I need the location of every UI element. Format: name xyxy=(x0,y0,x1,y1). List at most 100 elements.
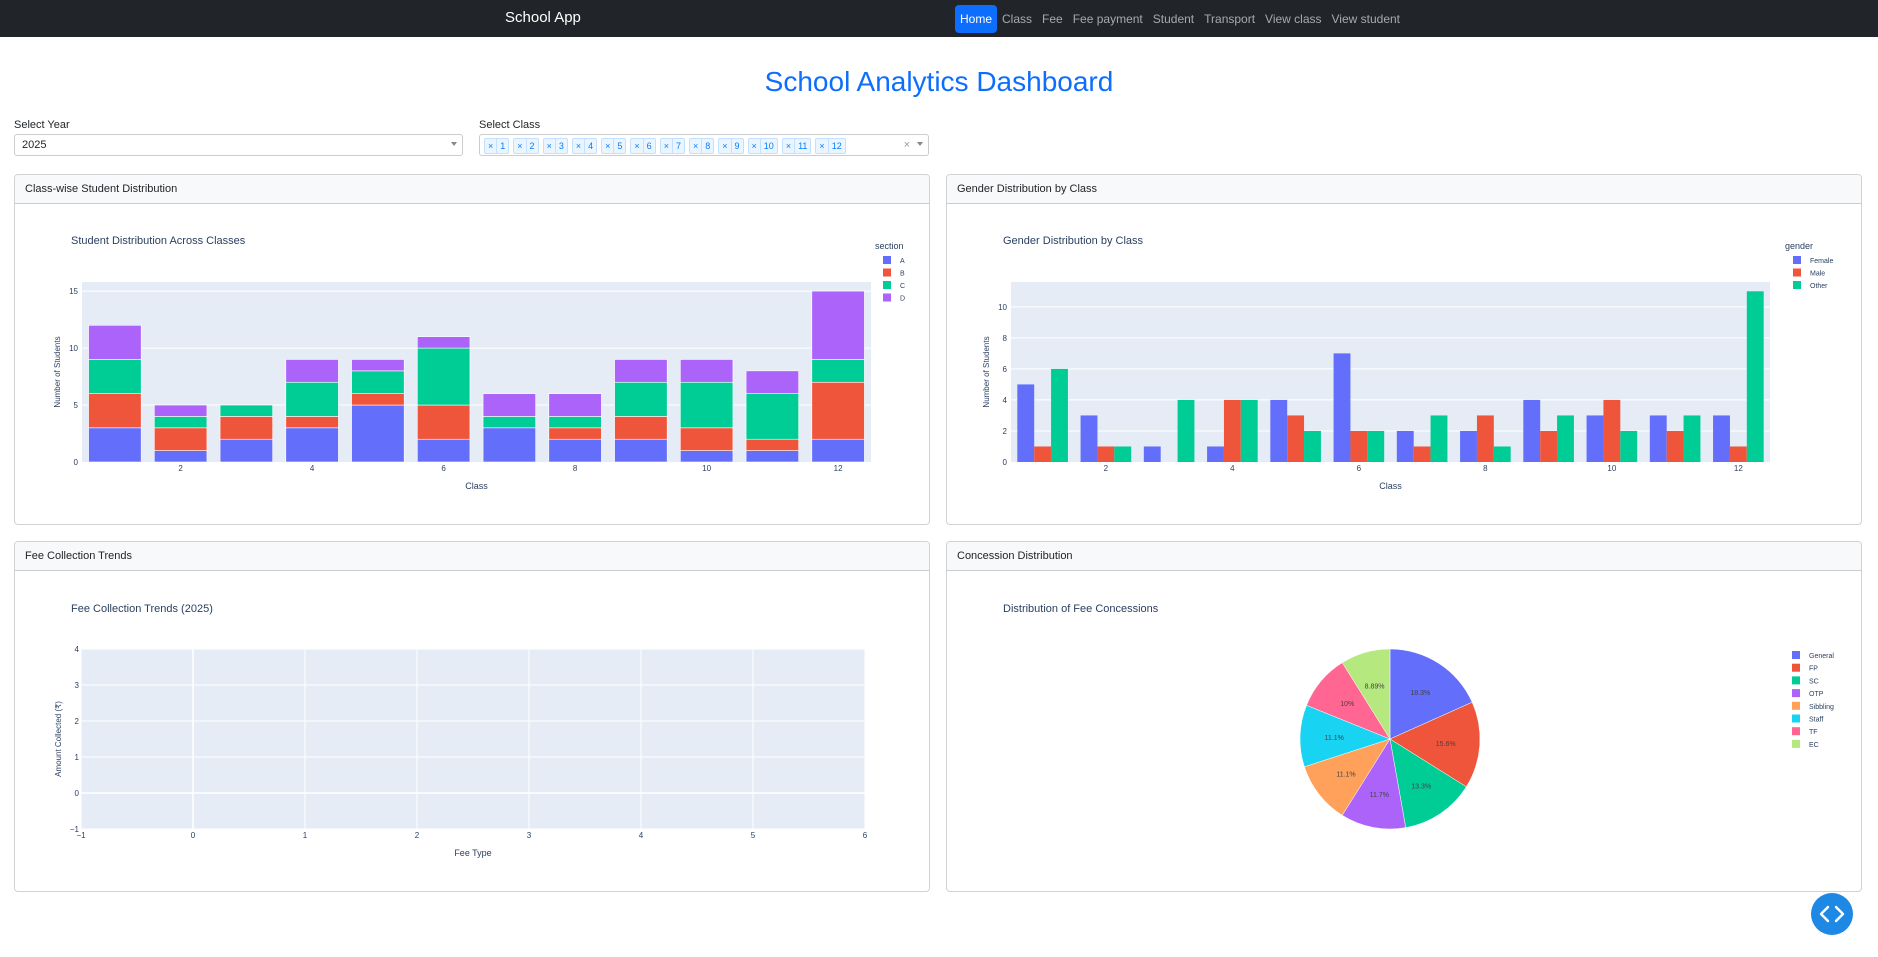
pie-value-label: 18.3% xyxy=(1410,690,1430,697)
chip-label: 11 xyxy=(798,141,808,151)
fee-trends-chart: Fee Collection Trends (2025)−1 0 1 2 3 4 5 6−10… xyxy=(54,603,868,858)
chip-label: 7 xyxy=(675,141,681,151)
nav-item-home[interactable]: Home xyxy=(955,5,998,33)
year-label: Select Year xyxy=(14,119,70,131)
y-tick-label: 4 xyxy=(1003,396,1008,405)
class-chip[interactable]: × 4 xyxy=(571,138,598,154)
bar xyxy=(1097,446,1115,462)
class-chip[interactable]: × 2 xyxy=(513,138,539,154)
x-tick-label: 12 xyxy=(834,464,843,473)
bar-segment xyxy=(811,290,865,360)
pie-value-label: 11.7% xyxy=(1370,792,1389,799)
bar-segment xyxy=(614,381,668,417)
navbar: School App Home Class Fee Fee payment Studen… xyxy=(0,0,1878,37)
legend-swatch xyxy=(1793,256,1801,264)
bar-segment xyxy=(811,381,865,440)
y-tick-label: 10 xyxy=(998,303,1007,312)
nav-item-transport[interactable]: Transport xyxy=(1199,5,1260,33)
class-multiselect[interactable]: × 1 × 2 × 3 × 4 × 5 × 6 × 7 × 8 × 9 × 10 × 11 × 12 × xyxy=(479,134,929,156)
remove-chip-icon[interactable]: × xyxy=(573,139,586,153)
class-distribution-chart: Student Distribution Across Classes 0 5 10 1… xyxy=(53,235,905,491)
bar-segment xyxy=(745,438,799,451)
y-tick-label: 10 xyxy=(69,344,78,353)
x-axis-label: Class xyxy=(465,481,488,491)
bar-segment xyxy=(219,438,273,463)
nav-item-fee[interactable]: Fee xyxy=(1037,5,1068,33)
remove-chip-icon[interactable]: × xyxy=(749,139,761,153)
x-tick-label: 12 xyxy=(1734,464,1743,473)
nav-item-view-student[interactable]: View student xyxy=(1327,5,1406,33)
bar-segment xyxy=(614,416,668,440)
remove-chip-icon[interactable]: × xyxy=(719,139,732,153)
bar xyxy=(1557,415,1574,462)
bar-segment xyxy=(285,416,339,429)
concession-chart: Distribution of Fee Concessions 18.3% 15.6… xyxy=(1003,603,1834,830)
bar xyxy=(1523,399,1541,462)
year-select[interactable]: 2025 xyxy=(14,134,463,156)
remove-chip-icon[interactable]: × xyxy=(816,139,829,153)
bar-segment xyxy=(154,427,208,451)
x-tick-label: 2 xyxy=(1104,464,1109,473)
y-tick-label: 2 xyxy=(1003,427,1008,436)
bar-segment xyxy=(154,404,208,417)
code-toggle-button[interactable] xyxy=(1811,893,1853,935)
class-chip[interactable]: × 11 xyxy=(781,138,812,154)
bar xyxy=(1493,446,1511,462)
nav-item-fee-payment[interactable]: Fee payment xyxy=(1068,5,1148,33)
chart-title: Fee Collection Trends (2025) xyxy=(71,603,213,615)
class-chip[interactable]: × 6 xyxy=(630,138,656,154)
y-axis-label: Number of Students xyxy=(982,336,991,407)
remove-chip-icon[interactable]: × xyxy=(485,139,498,153)
bar-segment xyxy=(614,438,668,463)
remove-chip-icon[interactable]: × xyxy=(602,139,615,153)
bar-segment xyxy=(351,370,405,394)
nav-item-view-class[interactable]: View class xyxy=(1260,5,1326,33)
clear-icon[interactable]: × xyxy=(904,139,910,151)
card-header: Class-wise Student Distribution xyxy=(15,175,929,204)
remove-chip-icon[interactable]: × xyxy=(661,139,673,153)
remove-chip-icon[interactable]: × xyxy=(544,139,556,153)
nav-item-class[interactable]: Class xyxy=(997,5,1037,33)
legend-label: B xyxy=(900,271,905,278)
remove-chip-icon[interactable]: × xyxy=(783,139,796,153)
class-chip[interactable]: × 7 xyxy=(659,138,685,154)
class-chip[interactable]: × 5 xyxy=(601,138,627,154)
page-title: School Analytics Dashboard xyxy=(764,66,1114,97)
bar-segment xyxy=(219,416,273,440)
class-chip[interactable]: × 10 xyxy=(747,138,778,154)
bar-segment xyxy=(88,324,142,360)
x-tick-label: 2 xyxy=(178,464,183,473)
nav-item-student[interactable]: Student xyxy=(1148,5,1199,33)
chevron-down-icon[interactable] xyxy=(451,142,457,146)
legend-label: General xyxy=(1809,653,1834,660)
bar-segment xyxy=(548,393,602,417)
remove-chip-icon[interactable]: × xyxy=(631,139,644,153)
fee-trends-card: Fee Collection Trends Fee Collection Tre… xyxy=(14,541,930,892)
bar-segment xyxy=(548,438,602,463)
bar xyxy=(1413,446,1431,462)
concession-card: Concession Distribution Distribution of … xyxy=(946,541,1862,892)
bar xyxy=(1683,415,1701,462)
brand[interactable]: School App xyxy=(505,9,581,26)
class-chip[interactable]: × 3 xyxy=(542,138,568,154)
bar-segment xyxy=(482,427,536,463)
class-chip[interactable]: × 8 xyxy=(688,138,715,154)
y-tick-label: 0 xyxy=(75,789,80,798)
chevron-down-icon[interactable] xyxy=(917,142,923,146)
class-chip[interactable]: × 12 xyxy=(815,138,846,154)
bar-segment xyxy=(482,416,536,429)
remove-chip-icon[interactable]: × xyxy=(690,139,703,153)
bar xyxy=(1396,430,1414,462)
class-chip[interactable]: × 9 xyxy=(718,138,744,154)
chip-label: 3 xyxy=(558,141,564,151)
y-tick-label: 4 xyxy=(75,645,80,654)
class-chip[interactable]: × 1 xyxy=(484,138,510,154)
remove-chip-icon[interactable]: × xyxy=(514,139,527,153)
bar-segment xyxy=(285,359,339,383)
legend-swatch xyxy=(883,281,891,289)
class-chips: × 1 × 2 × 3 × 4 × 5 × 6 × 7 × 8 × 9 × 10 × 11 × 12 xyxy=(484,138,846,154)
bar xyxy=(1586,415,1604,462)
bar-segment xyxy=(88,393,142,429)
legend-title: gender xyxy=(1785,241,1813,251)
bar xyxy=(1177,399,1195,462)
